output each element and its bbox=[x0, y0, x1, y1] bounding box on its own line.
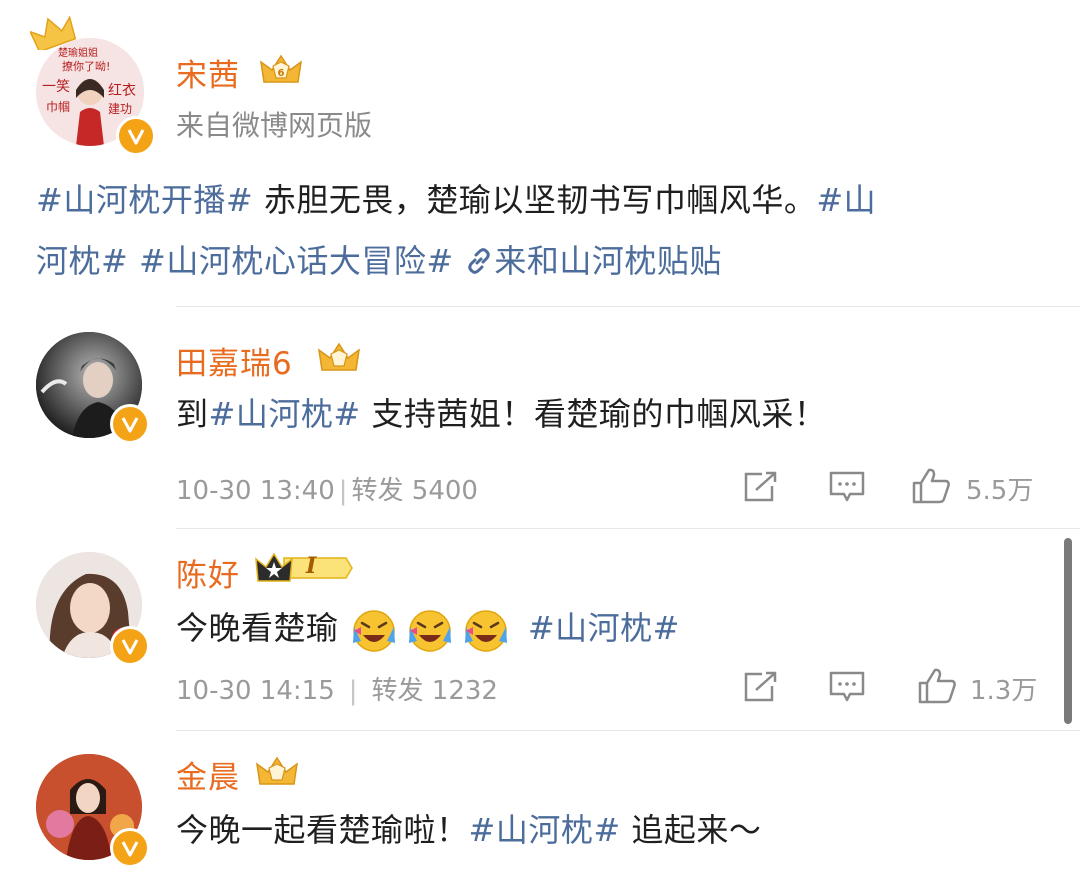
comment-icon[interactable] bbox=[828, 470, 866, 504]
laugh-cry-emoji-icon bbox=[409, 610, 452, 652]
hashtag-link[interactable]: #山河枕# bbox=[209, 395, 361, 433]
divider bbox=[176, 730, 1080, 731]
link-chain[interactable]: 来和山河枕贴贴 bbox=[464, 242, 722, 280]
avatar-caption: 一笑 bbox=[42, 79, 70, 95]
comment-meta: 10-30 14:15 | 转发 1232 bbox=[176, 676, 498, 706]
svg-text:6: 6 bbox=[278, 68, 285, 79]
avatar-caption: 建功 bbox=[108, 102, 133, 116]
comment-meta: 10-30 13:40 | 转发 5400 bbox=[176, 476, 478, 506]
scrollbar-thumb[interactable] bbox=[1064, 538, 1072, 724]
comment-author-name[interactable]: 陈好 bbox=[176, 550, 240, 595]
comment-text-plain: 今晚看楚瑜 bbox=[176, 609, 339, 647]
avatar-caption: 撩你了呦! bbox=[62, 60, 111, 73]
avatar-caption: 红衣 bbox=[108, 83, 136, 99]
vip-crown-icon bbox=[317, 342, 361, 371]
verified-badge-icon bbox=[110, 404, 150, 444]
post-text-plain: 赤胆无畏，楚瑜以坚韧书写巾帼风华。 bbox=[253, 181, 817, 219]
repost-icon[interactable] bbox=[742, 470, 780, 504]
like-icon[interactable] bbox=[916, 666, 958, 706]
like-icon[interactable] bbox=[910, 466, 952, 506]
avatar-caption: 巾帼 bbox=[46, 100, 71, 114]
comment-text: 到#山河枕# 支持茜姐！看楚瑜的巾帼风采！ bbox=[176, 384, 826, 445]
hashtag-link[interactable]: #山 bbox=[816, 181, 876, 219]
vip-crown-icon bbox=[255, 756, 299, 785]
like-count: 5.5万 bbox=[966, 476, 1034, 506]
comment-avatar[interactable] bbox=[36, 332, 150, 444]
like-count: 1.3万 bbox=[970, 676, 1038, 706]
comment-time: 10-30 13:40 bbox=[176, 476, 335, 506]
vip-level: I bbox=[306, 553, 317, 579]
post-source: 来自微博网页版 bbox=[176, 109, 373, 142]
comment-text-plain: 支持茜姐！看楚瑜的巾帼风采！ bbox=[360, 395, 827, 433]
comment-text-plain: 今晚一起看楚瑜啦！ bbox=[176, 811, 469, 849]
comment-text-plain: 追起来～ bbox=[620, 811, 762, 849]
repost-count[interactable]: 转发 5400 bbox=[352, 476, 478, 506]
hashtag-link[interactable]: 河枕# bbox=[36, 242, 128, 280]
crown-icon bbox=[30, 16, 76, 50]
repost-icon[interactable] bbox=[742, 670, 780, 704]
comment-avatar[interactable] bbox=[36, 754, 150, 868]
post-text: #山河枕开播# 赤胆无畏，楚瑜以坚韧书写巾帼风华。#山 河枕# #山河枕心话大冒… bbox=[36, 170, 1046, 292]
comment-author-name[interactable]: 金晨 bbox=[176, 752, 240, 797]
repost-count[interactable]: 转发 1232 bbox=[372, 676, 498, 706]
divider bbox=[176, 528, 1080, 529]
verified-badge-icon bbox=[110, 626, 150, 666]
hashtag-link[interactable]: #山河枕# bbox=[469, 811, 621, 849]
link-text: 来和山河枕贴贴 bbox=[494, 242, 722, 280]
hashtag-link[interactable]: #山河枕心话大冒险# bbox=[128, 242, 453, 280]
post-avatar[interactable]: 楚瑜姐姐 撩你了呦! 一笑 红衣 巾帼 建功 bbox=[30, 16, 156, 156]
comment-author-name[interactable]: 田嘉瑞6 bbox=[176, 338, 293, 383]
divider bbox=[176, 306, 1080, 307]
link-icon bbox=[468, 248, 491, 274]
comment-text-plain: 到 bbox=[176, 395, 209, 433]
hashtag-link[interactable]: #山河枕开播# bbox=[36, 181, 253, 219]
comment-avatar[interactable] bbox=[36, 552, 150, 666]
comment-text: 今晚一起看楚瑜啦！#山河枕# 追起来～ bbox=[176, 800, 761, 861]
post-author-name[interactable]: 宋茜 bbox=[176, 50, 240, 95]
comment-icon[interactable] bbox=[828, 670, 866, 704]
vip-level-badge-icon bbox=[255, 552, 353, 582]
comment-time: 10-30 14:15 bbox=[176, 676, 335, 706]
laugh-cry-emoji-icon bbox=[465, 610, 508, 652]
hashtag-link[interactable]: #山河枕# bbox=[528, 609, 680, 647]
verified-badge-icon bbox=[110, 828, 150, 868]
comment-text: 今晚看楚瑜 #山河枕# bbox=[176, 598, 680, 659]
vip-crown-icon: 6 bbox=[259, 54, 303, 83]
laugh-cry-emoji-icon bbox=[353, 610, 396, 652]
verified-badge-icon bbox=[116, 116, 156, 156]
